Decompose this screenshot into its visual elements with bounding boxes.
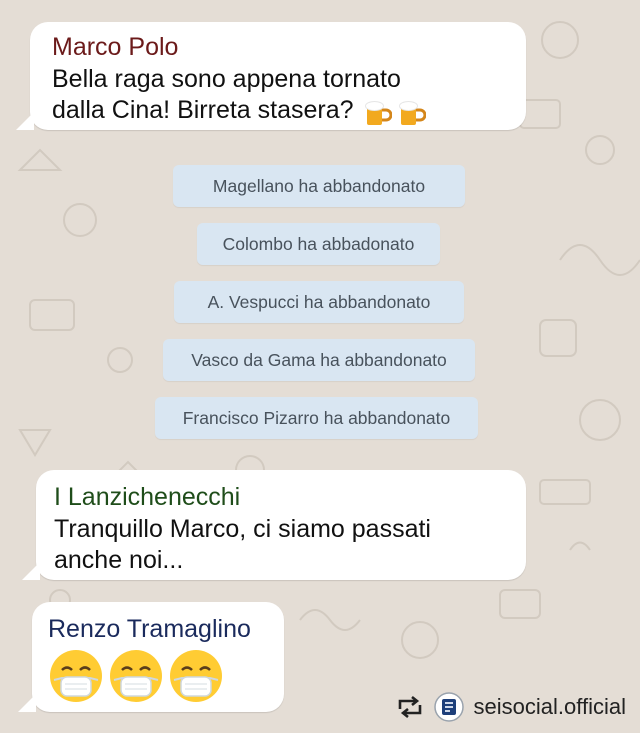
- sender-name: Renzo Tramaglino: [48, 615, 251, 643]
- bubble-tail: [22, 562, 40, 580]
- beer-icon: [399, 100, 426, 125]
- sender-name: Marco Polo: [52, 33, 179, 61]
- system-notice: Francisco Pizarro ha abbandonato: [155, 397, 478, 439]
- system-notice: A. Vespucci ha abbandonato: [174, 281, 464, 323]
- message-bubble-renzo-tramaglino: Renzo Tramaglino: [18, 602, 284, 712]
- emoji-row: [48, 648, 228, 709]
- system-notice: Magellano ha abbandonato: [173, 165, 465, 207]
- bubble-tail: [16, 112, 34, 130]
- message-bubble-marco-polo: Marco Polo Bella raga sono appena tornat…: [16, 22, 526, 130]
- mask-face-icon: [170, 650, 222, 702]
- sender-name: I Lanzichenecchi: [54, 483, 241, 511]
- account-handle[interactable]: seisocial.official: [474, 694, 626, 720]
- message-text-line: Bella raga sono appena tornato: [52, 65, 401, 93]
- repost-attribution: seisocial.official: [396, 691, 626, 723]
- mask-face-icon: [50, 650, 102, 702]
- message-text-line: anche noi...: [54, 546, 184, 574]
- profile-logo-icon[interactable]: [433, 692, 464, 722]
- message-text-line: dalla Cina! Birreta stasera?: [52, 96, 354, 124]
- system-notice: Vasco da Gama ha abbandonato: [163, 339, 475, 381]
- beer-icon: [365, 100, 392, 125]
- message-text-row: dalla Cina! Birreta stasera?: [52, 95, 426, 129]
- message-bubble-lanzichenecchi: I Lanzichenecchi Tranquillo Marco, ci si…: [22, 470, 526, 580]
- message-text-line: Tranquillo Marco, ci siamo passati: [54, 515, 431, 543]
- repost-icon[interactable]: [396, 695, 424, 719]
- mask-face-icon: [110, 650, 162, 702]
- bubble-tail: [18, 694, 36, 712]
- system-notice: Colombo ha abbadonato: [197, 223, 440, 265]
